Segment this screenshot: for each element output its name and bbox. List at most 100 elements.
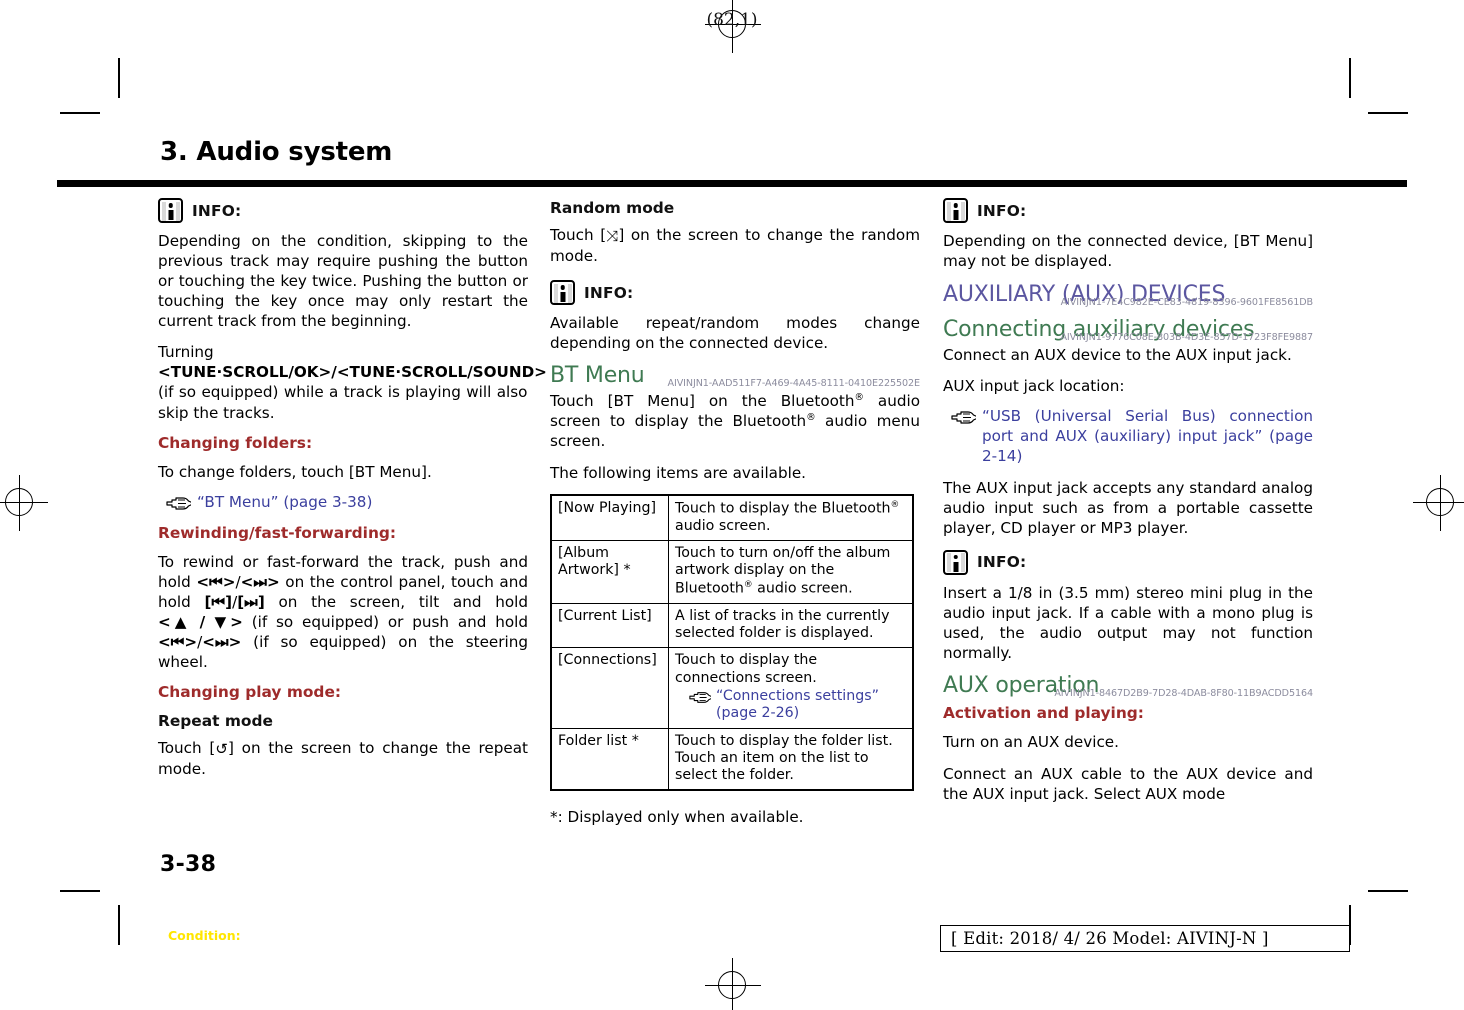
- table-cell-value: A list of tracks in the currently select…: [668, 602, 914, 649]
- random-mode-heading: Random mode: [550, 199, 675, 217]
- doc-id: AIVINJN1-AAD511F7-A469-4A45-8111-0410E22…: [667, 378, 921, 390]
- table-cell-key: [Current List]: [550, 602, 669, 649]
- crop-mark-bottom-left-v: [118, 905, 120, 945]
- registration-mark-right: [1413, 475, 1464, 531]
- control-prev-wheel: <⏮>: [158, 633, 198, 652]
- info-label: INFO:: [977, 201, 1027, 220]
- table-row: [Current List] A list of tracks in the c…: [550, 602, 914, 649]
- shuffle-icon: ⤨: [606, 227, 619, 245]
- info-icon: [943, 549, 968, 575]
- cell-text-a: Touch to display the connections screen.: [675, 652, 818, 686]
- registration-mark-left: [0, 475, 48, 531]
- bt-menu-paragraph-2: The following items are available.: [550, 463, 806, 482]
- doc-id: AIVINJN1-9776C08E-803B-4D3E-857D-1723F8F…: [1060, 332, 1313, 344]
- header-rule: [57, 180, 1407, 187]
- control-prev-panel: <⏮>: [196, 572, 236, 591]
- table-cell-value: Touch to display the Bluetooth® audio sc…: [668, 494, 914, 541]
- changing-play-mode-heading: Changing play mode:: [158, 683, 342, 702]
- registered-mark: ®: [806, 412, 816, 424]
- info-paragraph-5: Insert a 1/8 in (3.5 mm) stereo mini plu…: [943, 583, 1313, 663]
- crop-mark-top-left-v: [118, 58, 120, 98]
- random-text-pre: Touch [: [550, 226, 607, 244]
- info-paragraph-3: Available repeat/random modes change dep…: [550, 314, 920, 353]
- table-cell-key: [Now Playing]: [550, 494, 669, 541]
- page-number: 3-38: [160, 852, 217, 877]
- table-cell-key: Folder list *: [550, 727, 669, 791]
- table-cell-value: Touch to display the connections screen.…: [668, 647, 914, 729]
- reference-link-text[interactable]: “Connections settings” (page 2-26): [716, 688, 906, 723]
- info-callout-header-2: INFO:: [550, 280, 920, 306]
- crop-mark-bottom-left-h: [60, 890, 100, 892]
- crop-mark-bottom-right-h: [1368, 890, 1408, 892]
- info-label: INFO:: [584, 283, 634, 302]
- aux-devices-doc-id-row: AIVINJN1-7E4C982E-CE83-4819-8396-9601FE8…: [943, 297, 1314, 309]
- repeat-mode-heading: Repeat mode: [158, 711, 273, 730]
- table-row: Folder list * Touch to display the folde…: [550, 727, 914, 791]
- reference-connections-settings[interactable]: “Connections settings” (page 2-26): [675, 688, 906, 723]
- bt-menu-paragraph-1: Touch [BT Menu] on the Bluetooth® audio …: [550, 391, 920, 451]
- info-paragraph-4: Depending on the connected device, [BT M…: [943, 232, 1313, 271]
- info-icon: [158, 198, 183, 223]
- cell-text-a: Touch to display the Bluetooth: [675, 500, 891, 517]
- table-footnote: *: Displayed only when available.: [550, 808, 804, 827]
- rewinding-heading: Rewinding/fast-forwarding:: [158, 523, 397, 542]
- aux-jack-accepts-paragraph: The AUX input jack accepts any standard …: [943, 478, 1313, 537]
- changing-folders-heading: Changing folders:: [158, 433, 313, 452]
- repeat-icon: ↺: [215, 739, 228, 758]
- turn-on-aux-paragraph: Turn on an AUX device.: [943, 733, 1119, 752]
- info-icon: [550, 280, 575, 306]
- edit-model-footer: [ Edit: 2018/ 4/ 26 Model: AIVINJ-N ]: [940, 925, 1350, 952]
- column-2: Random mode Touch [⤨] on the screen to c…: [550, 196, 920, 839]
- table-row: [Connections] Touch to display the conne…: [550, 647, 914, 729]
- column-3: INFO: Depending on the connected device,…: [943, 196, 1313, 815]
- table-cell-key: [Album Artwork] *: [550, 539, 669, 604]
- control-next-screen: [⏭]: [237, 593, 265, 611]
- reference-link-text[interactable]: “USB (Universal Serial Bus) connection p…: [982, 407, 1313, 466]
- registered-mark: ®: [743, 579, 753, 590]
- activation-heading: Activation and playing:: [943, 704, 1144, 723]
- folio-coordinate: (82,1): [706, 10, 758, 30]
- control-next-panel: <⏭>: [240, 572, 280, 591]
- doc-id: AIVINJN1-7E4C982E-CE83-4819-8396-9601FE8…: [1060, 297, 1314, 309]
- turning-text-pre: Turning: [158, 343, 214, 362]
- connect-aux-cable-paragraph: Connect an AUX cable to the AUX device a…: [943, 764, 1313, 803]
- info-label: INFO:: [192, 201, 242, 220]
- table-cell-value: Touch to turn on/off the album artwork d…: [668, 539, 914, 604]
- manual-page: (82,1) 3. Audio system INFO: Depending o…: [0, 0, 1464, 1010]
- condition-label: Condition:: [168, 928, 241, 943]
- rewinding-text: To rewind or fast-forward the track, pus…: [158, 552, 528, 672]
- cell-text-b: audio screen.: [675, 517, 771, 534]
- reference-link-text[interactable]: “BT Menu” (page 3-38): [197, 493, 372, 513]
- crop-mark-top-right-v: [1349, 58, 1351, 98]
- info-paragraph-2: Turning <TUNE·SCROLL/OK>/<TUNE·SCROLL/SO…: [158, 342, 547, 422]
- doc-id: AIVINJN1-8467D2B9-7D28-4DAB-8F80-11B9ACD…: [1054, 688, 1313, 700]
- registered-mark: ®: [890, 499, 900, 510]
- control-prev-screen: [⏮]: [204, 593, 233, 611]
- pointing-hand-icon: [166, 495, 195, 512]
- table-row: [Album Artwork] * Touch to turn on/off t…: [550, 539, 914, 604]
- control-tilt: <▲ / ▼>: [158, 613, 243, 632]
- reference-bt-menu[interactable]: “BT Menu” (page 3-38): [158, 493, 528, 513]
- repeat-text-pre: Touch [: [158, 738, 216, 757]
- pointing-hand-icon: [689, 690, 715, 705]
- registered-mark: ®: [854, 392, 864, 404]
- info-paragraph-1: Depending on the condition, skipping to …: [158, 232, 528, 331]
- connecting-aux-doc-id-row: AIVINJN1-9776C08E-803B-4D3E-857D-1723F8F…: [943, 332, 1313, 344]
- cell-text-b: audio screen.: [752, 580, 853, 597]
- reference-usb-aux-port[interactable]: “USB (Universal Serial Bus) connection p…: [943, 407, 1313, 466]
- info-callout-header-4: INFO:: [943, 549, 1313, 575]
- rewind-text-5: on the screen, tilt and hold: [264, 593, 528, 611]
- info-label: INFO:: [977, 553, 1027, 572]
- bt-menu-doc-id-row: AIVINJN1-AAD511F7-A469-4A45-8111-0410E22…: [550, 378, 921, 390]
- column-1: INFO: Depending on the condition, skippi…: [158, 196, 547, 790]
- info-icon: [943, 198, 968, 223]
- changing-folders-text: To change folders, touch [BT Menu].: [158, 462, 432, 481]
- table-cell-value: Touch to display the folder list. Touch …: [668, 727, 914, 791]
- bt-menu-items-table: [Now Playing] Touch to display the Bluet…: [550, 493, 914, 792]
- aux-jack-location-text: AUX input jack location:: [943, 377, 1125, 396]
- table-row: [Now Playing] Touch to display the Bluet…: [550, 494, 914, 541]
- crop-mark-top-right-h: [1368, 112, 1408, 114]
- info-callout-header-1: INFO:: [158, 198, 528, 223]
- random-mode-text: Touch [⤨] on the screen to change the ra…: [550, 225, 920, 266]
- turning-text-post: (if so equipped) while a track is playin…: [158, 383, 528, 422]
